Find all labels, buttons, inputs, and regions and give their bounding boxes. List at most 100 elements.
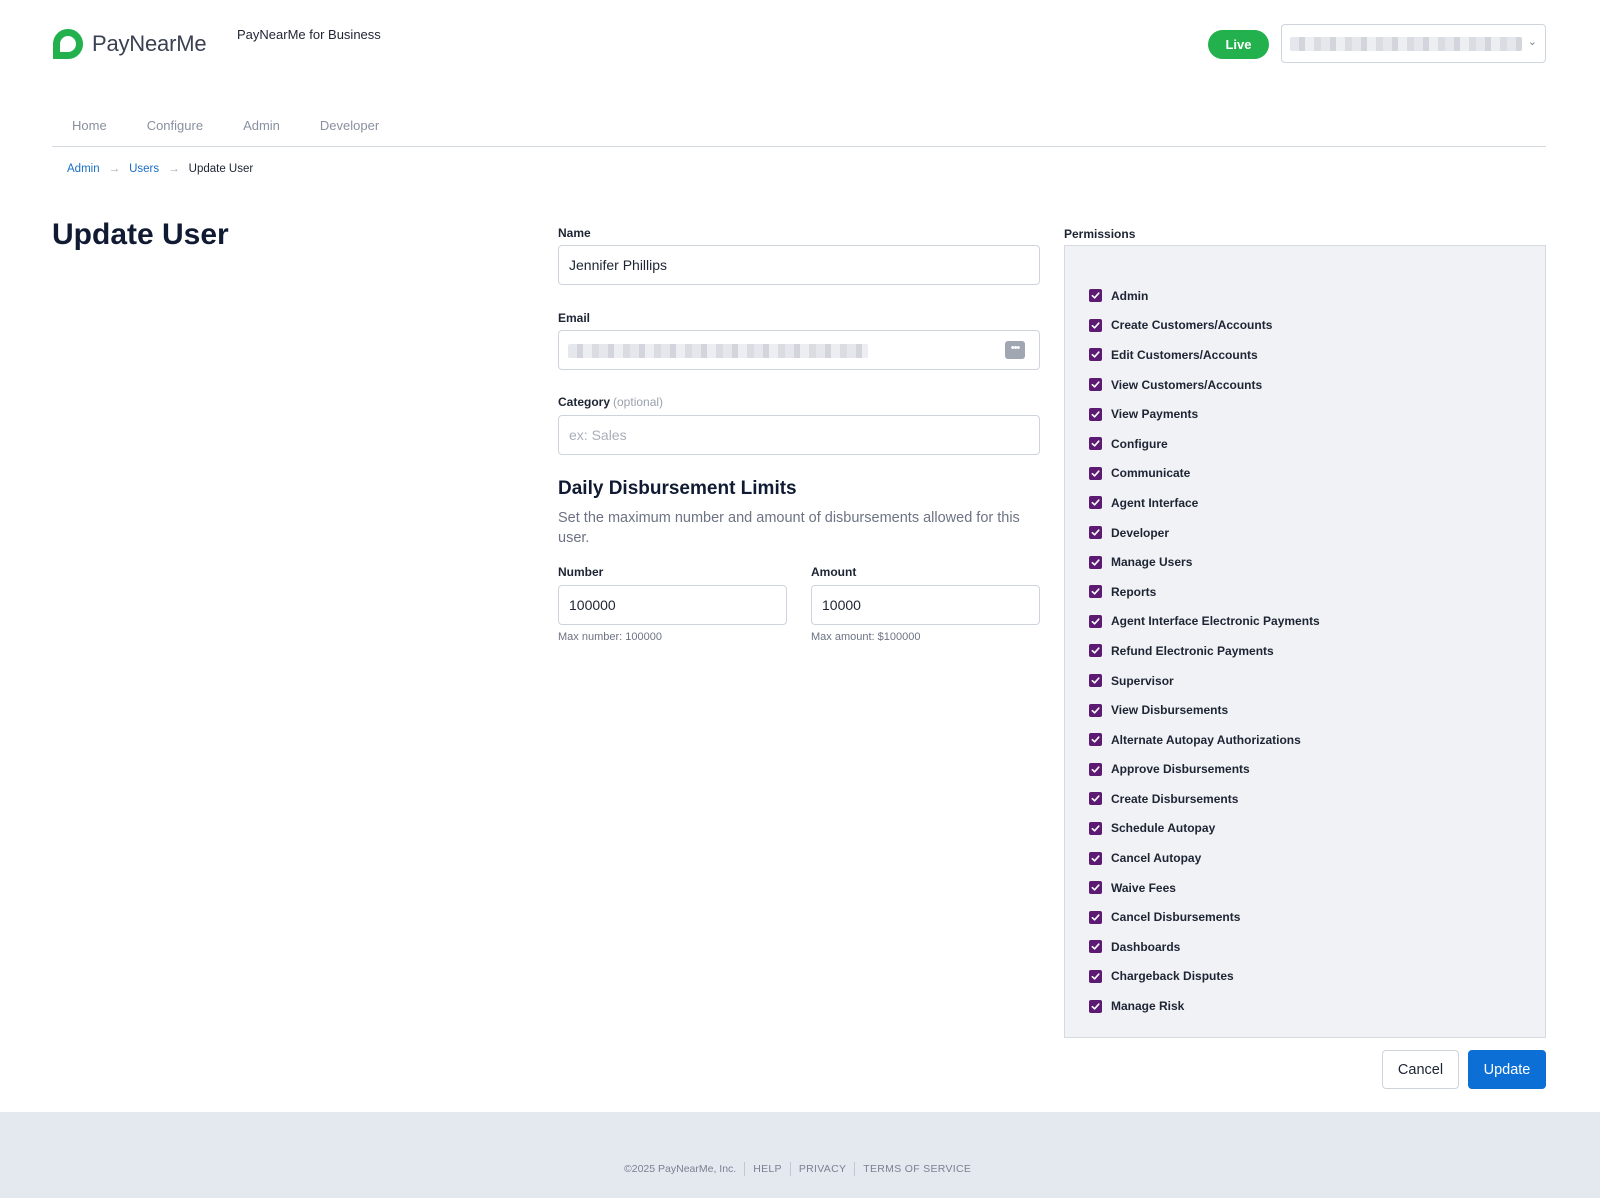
permission-item[interactable]: View Customers/Accounts xyxy=(1089,370,1320,400)
permission-checkbox[interactable] xyxy=(1089,407,1102,421)
breadcrumb-admin[interactable]: Admin xyxy=(67,163,100,175)
nav-configure[interactable]: Configure xyxy=(127,104,223,146)
permission-checkbox[interactable] xyxy=(1089,674,1102,688)
footer-divider xyxy=(789,1162,791,1176)
permission-label: Create Disbursements xyxy=(1111,791,1239,806)
check-icon xyxy=(1091,292,1100,299)
permission-item[interactable]: View Disbursements xyxy=(1089,695,1320,725)
permission-item[interactable]: View Payments xyxy=(1089,399,1320,429)
permission-item[interactable]: Developer xyxy=(1089,518,1320,548)
paynearme-logo[interactable]: PayNearMe xyxy=(52,28,207,60)
permission-label: Agent Interface Electronic Payments xyxy=(1111,614,1320,629)
check-icon xyxy=(1091,351,1100,359)
more-dots-icon[interactable]: ••• xyxy=(1005,341,1025,359)
permission-item[interactable]: Dashboards xyxy=(1089,932,1320,962)
permission-item[interactable]: Cancel Disbursements xyxy=(1089,902,1320,932)
footer-link-privacy[interactable]: PRIVACY xyxy=(799,1163,846,1175)
amount-label: Amount xyxy=(811,565,857,579)
permission-item[interactable]: Approve Disbursements xyxy=(1089,755,1320,785)
permission-item[interactable]: Refund Electronic Payments xyxy=(1089,636,1320,666)
permission-item[interactable]: Reports xyxy=(1089,577,1320,607)
permission-item[interactable]: Admin xyxy=(1089,281,1320,311)
permission-item[interactable]: Edit Customers/Accounts xyxy=(1089,340,1320,370)
permission-item[interactable]: Manage Users xyxy=(1089,547,1320,577)
copyright: ©2025 PayNearMe, Inc. xyxy=(624,1163,737,1175)
permission-label: View Customers/Accounts xyxy=(1111,377,1263,392)
permission-item[interactable]: Communicate xyxy=(1089,459,1320,489)
permission-item[interactable]: Alternate Autopay Authorizations xyxy=(1089,725,1320,755)
category-input[interactable] xyxy=(558,415,1040,455)
permission-label: Alternate Autopay Authorizations xyxy=(1111,732,1301,747)
permission-checkbox[interactable] xyxy=(1089,318,1102,332)
permission-item[interactable]: Manage Risk xyxy=(1089,991,1320,1021)
permission-checkbox[interactable] xyxy=(1089,851,1102,865)
check-icon xyxy=(1091,470,1100,477)
check-icon xyxy=(1091,558,1100,566)
check-icon xyxy=(1091,943,1100,951)
check-icon xyxy=(1091,440,1100,447)
permission-checkbox[interactable] xyxy=(1089,614,1102,628)
permission-item[interactable]: Agent Interface xyxy=(1089,488,1320,518)
number-input[interactable] xyxy=(558,585,787,625)
account-selector[interactable]: ⌄ xyxy=(1281,24,1546,63)
permission-checkbox[interactable] xyxy=(1089,762,1102,776)
permission-item[interactable]: Cancel Autopay xyxy=(1089,843,1320,873)
permission-checkbox[interactable] xyxy=(1089,910,1102,924)
email-input[interactable]: ••• xyxy=(558,330,1040,370)
live-mode-badge[interactable]: Live xyxy=(1208,30,1269,59)
permission-checkbox[interactable] xyxy=(1089,289,1102,303)
update-button[interactable]: Update xyxy=(1468,1050,1546,1089)
nav-home[interactable]: Home xyxy=(52,104,127,146)
nav-admin[interactable]: Admin xyxy=(223,104,300,146)
name-input[interactable] xyxy=(558,245,1040,285)
permission-label: Refund Electronic Payments xyxy=(1111,643,1274,658)
check-icon xyxy=(1091,322,1100,329)
main-nav: Home Configure Admin Developer xyxy=(52,104,1546,147)
check-icon xyxy=(1091,736,1100,743)
permission-checkbox[interactable] xyxy=(1089,792,1102,806)
footer-link-terms[interactable]: TERMS OF SERVICE xyxy=(863,1163,971,1175)
permission-label: View Payments xyxy=(1111,407,1199,422)
permission-item[interactable]: Configure xyxy=(1089,429,1320,459)
permission-checkbox[interactable] xyxy=(1089,496,1102,510)
cancel-button[interactable]: Cancel xyxy=(1382,1050,1459,1089)
permission-checkbox[interactable] xyxy=(1089,437,1102,451)
permission-label: Chargeback Disputes xyxy=(1111,969,1234,984)
breadcrumb-current: Update User xyxy=(188,163,254,175)
permission-checkbox[interactable] xyxy=(1089,644,1102,658)
check-icon xyxy=(1091,854,1100,862)
permission-checkbox[interactable] xyxy=(1089,348,1102,362)
permission-checkbox[interactable] xyxy=(1089,703,1102,717)
permission-checkbox[interactable] xyxy=(1089,555,1102,569)
permission-checkbox[interactable] xyxy=(1089,940,1102,954)
permission-checkbox[interactable] xyxy=(1089,881,1102,895)
permission-label: Create Customers/Accounts xyxy=(1111,318,1273,333)
permission-checkbox[interactable] xyxy=(1089,999,1102,1013)
permissions-list: Admin Create Customers/Accounts Edit Custo… xyxy=(1089,281,1320,1021)
permission-item[interactable]: Waive Fees xyxy=(1089,873,1320,903)
permission-item[interactable]: Agent Interface Electronic Payments xyxy=(1089,607,1320,637)
permission-checkbox[interactable] xyxy=(1089,466,1102,480)
footer-links: ©2025 PayNearMe, Inc. HELP PRIVACY TERMS… xyxy=(624,1162,971,1176)
limits-description: Set the maximum number and amount of dis… xyxy=(558,510,1020,546)
permission-label: Cancel Disbursements xyxy=(1111,910,1241,925)
footer-link-help[interactable]: HELP xyxy=(753,1163,782,1175)
name-label: Name xyxy=(558,226,591,240)
permission-checkbox[interactable] xyxy=(1089,526,1102,540)
permission-checkbox[interactable] xyxy=(1089,585,1102,599)
permission-item[interactable]: Create Disbursements xyxy=(1089,784,1320,814)
permission-item[interactable]: Supervisor xyxy=(1089,666,1320,696)
permission-checkbox[interactable] xyxy=(1089,733,1102,747)
permission-checkbox[interactable] xyxy=(1089,378,1102,392)
permission-checkbox[interactable] xyxy=(1089,821,1102,835)
nav-developer[interactable]: Developer xyxy=(300,104,399,146)
permission-label: Manage Risk xyxy=(1111,999,1185,1014)
permission-item[interactable]: Create Customers/Accounts xyxy=(1089,311,1320,341)
permission-label: Dashboards xyxy=(1111,939,1181,954)
amount-input[interactable] xyxy=(811,585,1040,625)
permission-checkbox[interactable] xyxy=(1089,969,1102,983)
permission-item[interactable]: Schedule Autopay xyxy=(1089,814,1320,844)
permission-item[interactable]: Chargeback Disputes xyxy=(1089,962,1320,992)
permission-label: Developer xyxy=(1111,525,1170,540)
breadcrumb-users[interactable]: Users xyxy=(129,163,159,175)
